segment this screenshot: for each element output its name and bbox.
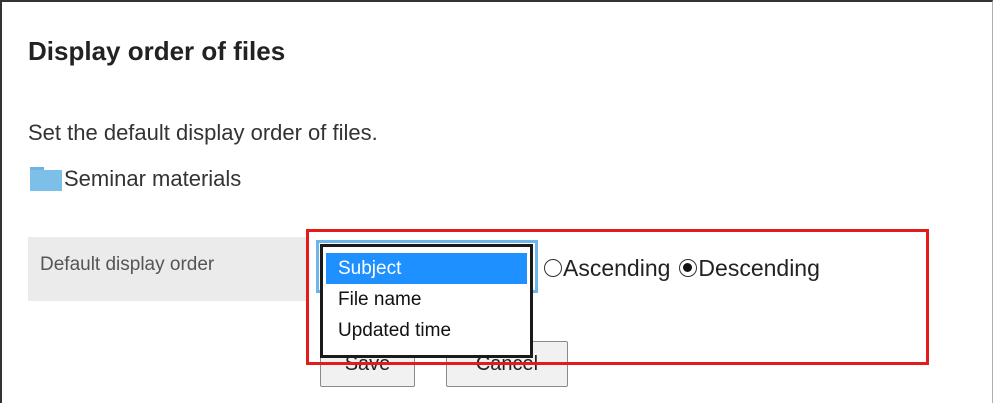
- radio-ascending[interactable]: Ascending: [544, 255, 670, 282]
- option-subject[interactable]: Subject: [326, 253, 527, 284]
- default-display-order-label: Default display order: [40, 254, 215, 275]
- page-description: Set the default display order of files.: [28, 120, 378, 145]
- folder-name: Seminar materials: [64, 166, 242, 191]
- option-updated-time[interactable]: Updated time: [326, 315, 527, 346]
- folder-breadcrumb[interactable]: Seminar materials: [30, 164, 241, 194]
- radio-ascending-circle[interactable]: [544, 259, 562, 277]
- sort-field-dropdown[interactable]: Subject File name Updated time: [320, 244, 533, 358]
- setting-label-cell: Default display order: [28, 237, 306, 301]
- page-title: Display order of files: [28, 36, 286, 66]
- radio-descending[interactable]: Descending: [679, 255, 820, 282]
- option-file-name[interactable]: File name: [326, 284, 527, 315]
- radio-descending-label[interactable]: Descending: [698, 255, 819, 282]
- radio-ascending-label[interactable]: Ascending: [563, 255, 670, 282]
- sort-direction-group: Ascending Descending: [544, 251, 820, 285]
- radio-descending-circle[interactable]: [679, 259, 698, 277]
- folder-icon: [30, 167, 62, 191]
